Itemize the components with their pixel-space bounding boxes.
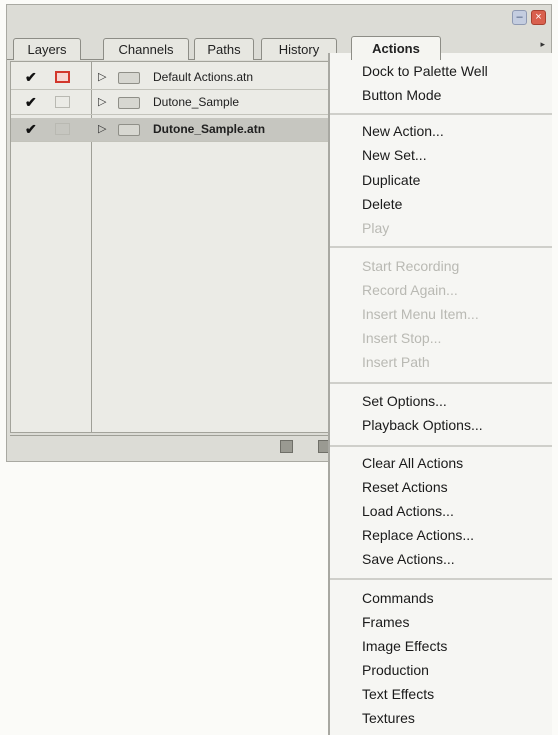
menu-item-replace-actions[interactable]: Replace Actions...	[362, 527, 474, 543]
menu-item-image-effects[interactable]: Image Effects	[362, 638, 447, 654]
tab-history[interactable]: History	[261, 38, 337, 60]
menu-item-text-effects[interactable]: Text Effects	[362, 686, 434, 702]
action-set-row[interactable]: ✔ ▷ Default Actions.atn	[11, 66, 329, 90]
menu-item-start-recording: Start Recording	[362, 258, 460, 274]
menu-separator	[330, 246, 552, 248]
action-set-label: Dutone_Sample.atn	[153, 122, 266, 136]
modal-toggle-icon[interactable]	[55, 96, 70, 108]
palette-menu-arrow-icon[interactable]: ▸	[540, 39, 545, 50]
menu-item-dock-to-palette-well[interactable]: Dock to Palette Well	[362, 63, 488, 79]
action-set-label: Dutone_Sample	[153, 95, 240, 109]
menu-item-play: Play	[362, 220, 390, 236]
menu-item-reset-actions[interactable]: Reset Actions	[362, 479, 448, 495]
toggle-check-icon[interactable]: ✔	[25, 94, 37, 111]
menu-item-new-action[interactable]: New Action...	[362, 123, 444, 139]
expand-triangle-icon[interactable]: ▷	[98, 95, 106, 108]
expand-triangle-icon[interactable]: ▷	[98, 122, 106, 135]
menu-item-save-actions[interactable]: Save Actions...	[362, 551, 455, 567]
menu-item-playback-options[interactable]: Playback Options...	[362, 417, 483, 433]
folder-icon	[118, 97, 140, 109]
menu-item-clear-all-actions[interactable]: Clear All Actions	[362, 455, 463, 471]
tab-channels[interactable]: Channels	[103, 38, 189, 60]
action-set-row[interactable]: ✔ ▷ Dutone_Sample	[11, 91, 329, 115]
modal-toggle-icon[interactable]	[55, 123, 70, 135]
tab-layers[interactable]: Layers	[13, 38, 81, 60]
menu-separator	[330, 445, 552, 447]
menu-item-new-set[interactable]: New Set...	[362, 147, 427, 163]
menu-separator	[330, 578, 552, 580]
menu-item-duplicate[interactable]: Duplicate	[362, 172, 420, 188]
action-set-row-selected[interactable]: ✔ ▷ Dutone_Sample.atn	[11, 118, 329, 142]
folder-icon	[118, 72, 140, 84]
menu-item-set-options[interactable]: Set Options...	[362, 393, 447, 409]
menu-item-commands[interactable]: Commands	[362, 590, 434, 606]
expand-triangle-icon[interactable]: ▷	[98, 70, 106, 83]
palette-flyout-menu: Dock to Palette Well Button Mode New Act…	[328, 53, 552, 735]
action-set-label: Default Actions.atn	[153, 70, 254, 84]
menu-item-load-actions[interactable]: Load Actions...	[362, 503, 454, 519]
menu-item-insert-path: Insert Path	[362, 354, 430, 370]
menu-item-insert-menu-item: Insert Menu Item...	[362, 306, 479, 322]
tab-actions[interactable]: Actions	[351, 36, 441, 60]
actions-list: ✔ ▷ Default Actions.atn ✔ ▷ Dutone_Sampl…	[10, 61, 330, 433]
folder-icon	[118, 124, 140, 136]
minimize-button[interactable]: –	[512, 10, 527, 25]
menu-item-production[interactable]: Production	[362, 662, 429, 678]
toggle-check-icon[interactable]: ✔	[25, 69, 37, 86]
menu-item-textures[interactable]: Textures	[362, 710, 415, 726]
toggle-check-icon[interactable]: ✔	[25, 121, 37, 138]
new-action-icon[interactable]	[280, 440, 293, 453]
palette-title-bar[interactable]: – ×	[7, 5, 551, 31]
modal-toggle-icon[interactable]	[55, 71, 70, 83]
menu-separator	[330, 113, 552, 115]
close-button[interactable]: ×	[531, 10, 546, 25]
tab-paths[interactable]: Paths	[194, 38, 254, 60]
menu-item-frames[interactable]: Frames	[362, 614, 409, 630]
menu-item-insert-stop: Insert Stop...	[362, 330, 442, 346]
menu-item-button-mode[interactable]: Button Mode	[362, 87, 441, 103]
menu-separator	[330, 382, 552, 384]
menu-item-record-again: Record Again...	[362, 282, 458, 298]
menu-item-delete[interactable]: Delete	[362, 196, 402, 212]
